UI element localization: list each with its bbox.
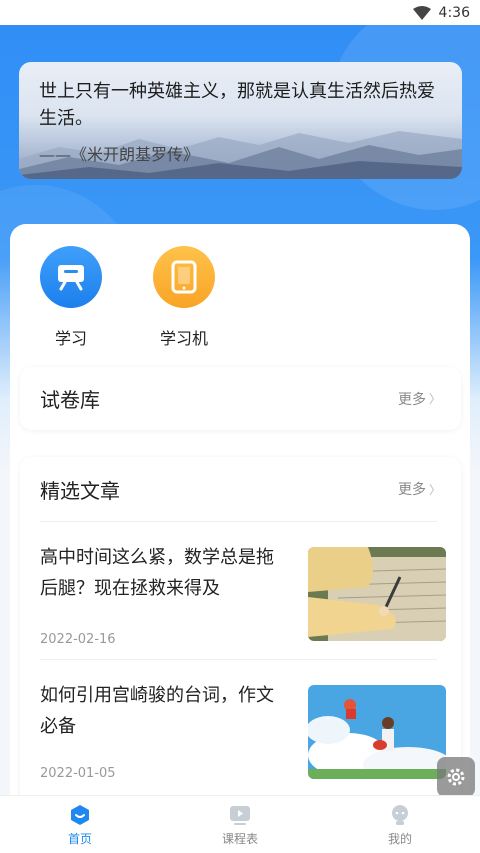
learning-machine-app-icon	[153, 246, 215, 308]
article-item[interactable]: 高中时间这么紧，数学总是拖后腿？现在拯救来得及 2022-02-16	[40, 521, 446, 659]
app-grid: 学习 学习机	[10, 224, 470, 364]
app-study-label: 学习	[54, 329, 87, 348]
app-study[interactable]: 学习	[31, 246, 111, 349]
status-time: 4:36	[438, 4, 470, 21]
nav-home-label: 首页	[67, 832, 92, 846]
nav-mine[interactable]: 我的	[320, 796, 480, 853]
tv-robot-icon	[58, 265, 84, 291]
article-thumbnail	[308, 685, 446, 779]
nav-schedule[interactable]: 课程表	[160, 796, 320, 853]
more-label: 更多	[397, 482, 426, 498]
featured-title: 精选文章	[40, 478, 120, 503]
nav-schedule-label: 课程表	[221, 832, 258, 846]
article-date: 2022-01-05	[40, 766, 116, 781]
quote-text: 世上只有一种英雄主义，那就是认真生活然后热爱生活。	[39, 81, 435, 129]
video-play-icon	[230, 806, 250, 825]
app-learning-machine[interactable]: 学习机	[144, 246, 224, 349]
article-title: 如何引用宫崎骏的台词，作文必备	[40, 685, 274, 737]
settings-floating-button[interactable]	[437, 757, 475, 797]
status-bar: 4:36	[0, 0, 480, 25]
featured-more-link[interactable]: 更多 〉	[398, 479, 441, 499]
chevron-right-icon: 〉	[428, 392, 441, 406]
exam-library-card[interactable]: 试卷库 更多 〉	[20, 367, 461, 430]
nav-mine-label: 我的	[387, 832, 412, 846]
featured-articles-card: 精选文章 更多 〉 高中时间这么紧，数学总是拖后腿？现在拯救来得及 2022-0…	[20, 457, 461, 853]
article-date: 2022-02-16	[40, 632, 116, 647]
home-icon	[71, 805, 89, 825]
wifi-icon	[412, 5, 431, 20]
tablet-icon	[171, 260, 197, 294]
gear-icon	[447, 768, 465, 786]
bottom-navigation: 首页 课程表 我的	[0, 795, 480, 853]
article-item[interactable]: 如何引用宫崎骏的台词，作文必备 2022-01-05	[40, 659, 446, 797]
article-title: 高中时间这么紧，数学总是拖后腿？现在拯救来得及	[40, 547, 274, 599]
profile-icon	[392, 805, 408, 825]
nav-home[interactable]: 首页	[0, 796, 160, 853]
quote-source: ——《米开朗基罗传》	[39, 145, 200, 164]
app-learning-machine-label: 学习机	[159, 329, 208, 348]
exam-library-title: 试卷库	[40, 388, 100, 412]
exam-library-more-link[interactable]: 更多 〉	[398, 389, 441, 409]
quote-banner[interactable]: 世上只有一种英雄主义，那就是认真生活然后热爱生活。 ——《米开朗基罗传》	[19, 62, 462, 179]
article-thumbnail	[308, 547, 446, 641]
study-app-icon	[40, 246, 102, 308]
more-label: 更多	[397, 391, 426, 408]
chevron-right-icon: 〉	[428, 482, 441, 497]
